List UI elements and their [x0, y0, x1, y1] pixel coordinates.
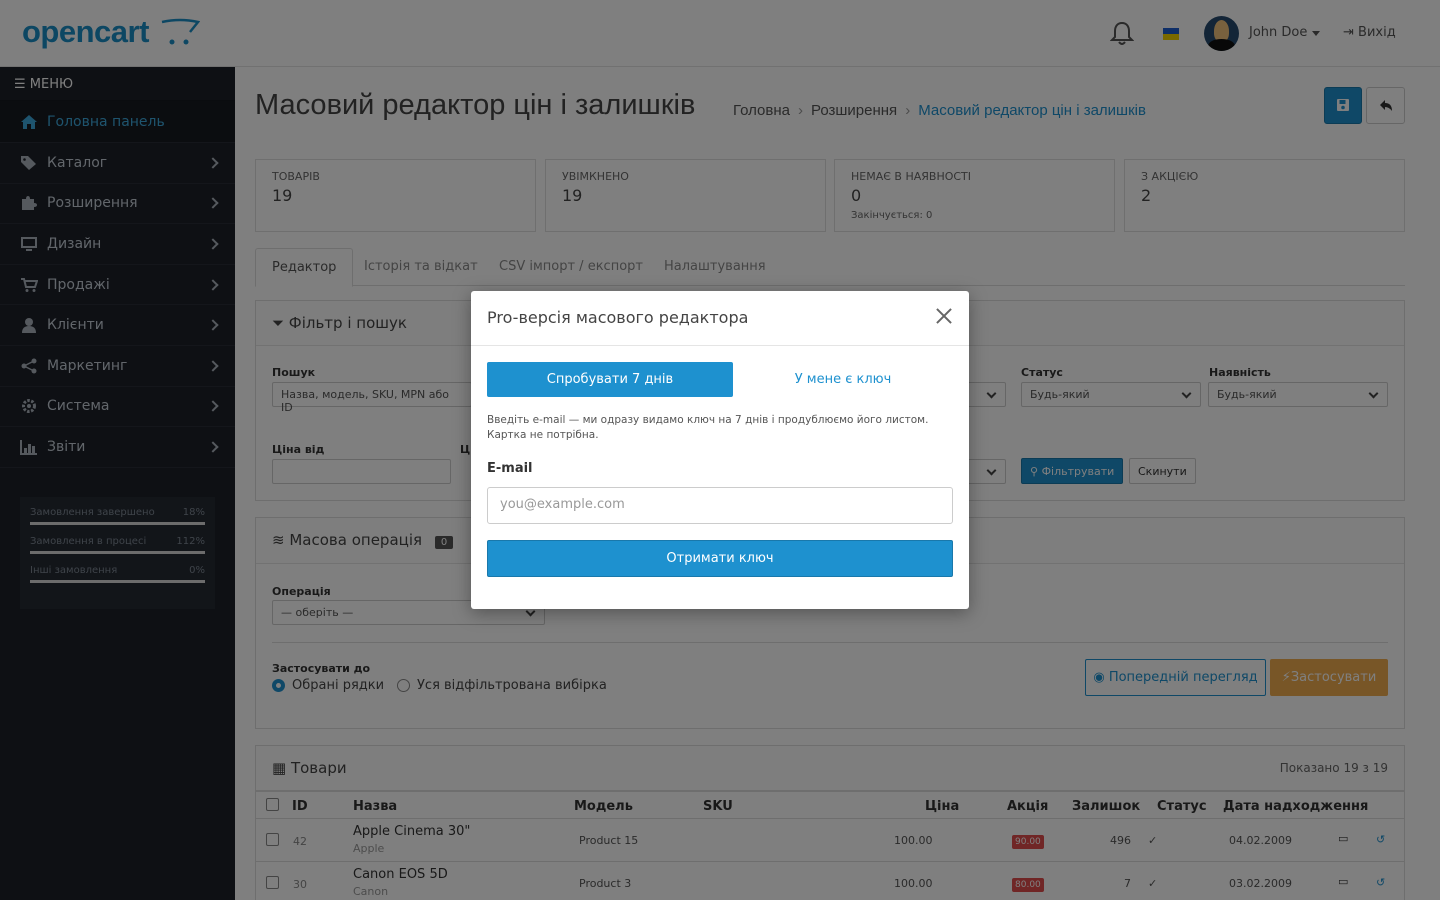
- try-trial-button[interactable]: Спробувати 7 днів: [487, 362, 733, 397]
- modal-note: Введіть e-mail — ми одразу видамо ключ н…: [487, 414, 929, 441]
- get-key-button[interactable]: Отримати ключ: [487, 540, 953, 577]
- pro-version-modal: Pro-версія масового редактора Спробувати…: [471, 291, 969, 609]
- email-field[interactable]: you@example.com: [487, 487, 953, 524]
- have-key-link[interactable]: У мене є ключ: [733, 362, 953, 397]
- close-icon[interactable]: [935, 307, 953, 325]
- modal-title: Pro-версія масового редактора: [487, 308, 749, 327]
- email-label: E-mail: [487, 461, 533, 476]
- modal-header: Pro-версія масового редактора: [471, 291, 969, 346]
